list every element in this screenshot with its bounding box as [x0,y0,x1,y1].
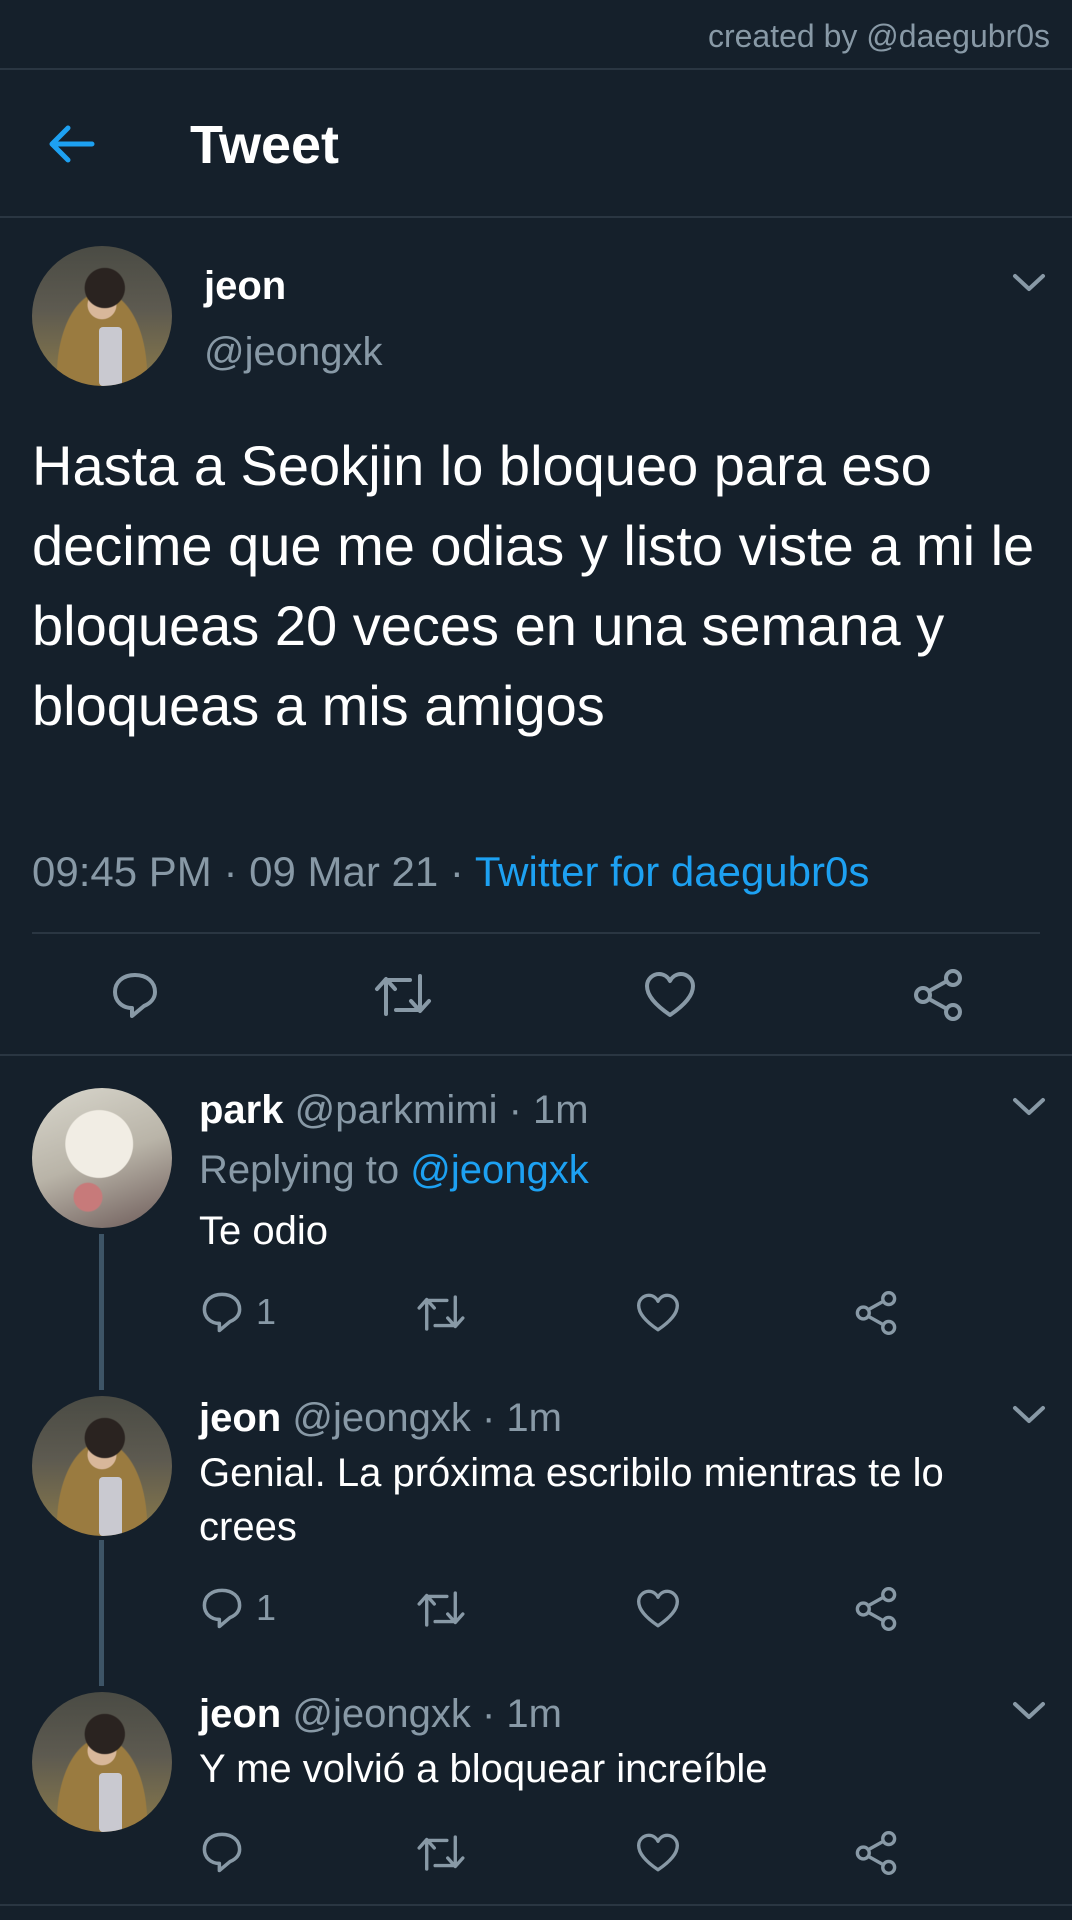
reply-icon [202,1832,242,1873]
tweet-time: 09:45 PM [32,848,212,895]
reply-header: jeon @jeongxk · 1m [199,1692,562,1737]
share-icon [855,1587,897,1631]
meta-separator: · [508,1088,522,1132]
back-button[interactable] [44,118,100,170]
reply-button[interactable]: 1 [200,1586,276,1630]
thread-line [99,1540,104,1686]
reply-icon [202,1588,242,1629]
header-divider [0,216,1072,218]
reply-text: Te odio [199,1209,328,1253]
author-name[interactable]: jeon [204,264,286,309]
tweet-source-link[interactable]: Twitter for daegubr0s [475,848,870,895]
app-header: Tweet [0,70,1072,216]
replying-label: Replying to [199,1148,400,1192]
retweet-icon [417,1295,465,1331]
chevron-down-icon[interactable] [1012,1096,1046,1118]
meta-separator: · [481,1396,496,1440]
chevron-down-icon[interactable] [1012,1404,1046,1426]
reply-time: 1m [506,1396,562,1440]
reply-header: jeon @jeongxk · 1m [199,1396,562,1441]
avatar[interactable] [32,246,172,386]
replying-to-handle[interactable]: @jeongxk [410,1148,588,1192]
retweet-icon [375,974,431,1016]
retweet-button[interactable] [416,1832,466,1874]
heart-icon [637,1833,679,1872]
share-icon [914,969,962,1021]
author-handle[interactable]: @jeongxk [204,330,382,375]
chevron-down-icon[interactable] [1012,1700,1046,1722]
reply-author-name[interactable]: jeon [199,1396,281,1440]
share-button[interactable] [854,1586,898,1632]
share-icon [855,1831,897,1875]
retweet-button[interactable] [416,1292,466,1334]
page-title: Tweet [190,115,340,175]
share-button[interactable] [854,1830,898,1876]
reply-count: 1 [256,1291,277,1332]
replying-to: Replying to @jeongxk [199,1148,589,1193]
reply-header: park @parkmimi · 1m [199,1088,589,1133]
retweet-icon [417,1591,465,1627]
reply-author-handle[interactable]: @jeongxk [292,1396,470,1440]
reply-author-name[interactable]: park [199,1088,284,1132]
tweet-meta: 09:45 PM · 09 Mar 21 · Twitter for daegu… [32,848,869,896]
like-button[interactable] [636,1832,680,1874]
like-button[interactable] [644,970,696,1020]
retweet-button[interactable] [416,1588,466,1630]
creator-credit: created by @daegubr0s [707,18,1050,54]
reply-button[interactable]: 1 [200,1290,276,1334]
share-button[interactable] [854,1290,898,1336]
reply-author-handle[interactable]: @parkmimi [295,1088,498,1132]
chevron-down-icon[interactable] [1012,272,1046,294]
heart-icon [637,1293,679,1332]
section-divider [0,1054,1072,1056]
reply-count: 1 [256,1587,277,1628]
tweet-text: Hasta a Seokjin lo bloqueo para eso deci… [32,434,1035,737]
avatar[interactable] [32,1088,172,1228]
reply-text: Y me volvió a bloquear increíble [199,1747,768,1791]
like-button[interactable] [636,1292,680,1334]
arrow-left-icon [49,125,95,163]
meta-separator: · [449,848,464,895]
share-button[interactable] [912,968,964,1022]
bottom-divider [0,1904,1072,1906]
thread-line [99,1234,104,1390]
heart-icon [637,1589,679,1628]
avatar[interactable] [32,1692,172,1832]
meta-separator: · [481,1692,496,1736]
heart-icon [645,972,695,1017]
reply-text: Genial. La próxima escribilo mientras te… [199,1451,944,1549]
reply-author-name[interactable]: jeon [199,1692,281,1736]
reply-author-handle[interactable]: @jeongxk [292,1692,470,1736]
reply-icon [113,973,157,1018]
retweet-button[interactable] [374,970,432,1020]
reply-time: 1m [506,1692,562,1736]
reply-time: 1m [533,1088,589,1132]
tweet-date: 09 Mar 21 [249,848,439,895]
meta-separator: · [223,848,238,895]
share-icon [855,1291,897,1335]
retweet-icon [417,1835,465,1871]
reply-button[interactable] [110,970,160,1020]
avatar[interactable] [32,1396,172,1536]
reply-icon [202,1292,242,1333]
like-button[interactable] [636,1588,680,1630]
reply-button[interactable] [200,1830,244,1874]
meta-divider [32,932,1040,934]
